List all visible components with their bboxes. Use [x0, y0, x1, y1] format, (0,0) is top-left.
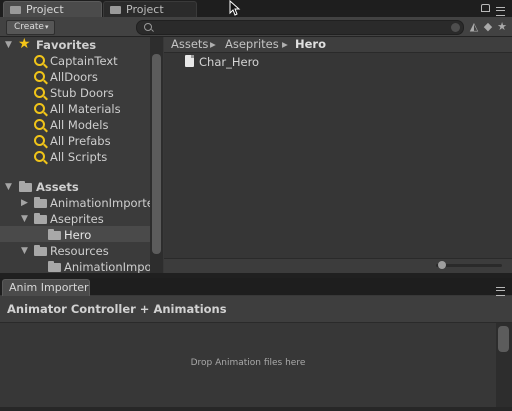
folder-label: AnimationImporter — [50, 196, 159, 210]
drop-hint: Drop Animation files here — [190, 358, 306, 368]
search-input[interactable] — [136, 20, 464, 35]
breadcrumb: Assets ▸ Aseprites ▸ Hero — [164, 37, 512, 53]
saved-search-icon — [34, 119, 45, 130]
tree-scrollbar-thumb[interactable] — [152, 54, 161, 254]
project-tab-icon — [10, 6, 21, 14]
favorite-item-label: All Models — [50, 118, 109, 132]
favorite-item-label: CaptainText — [50, 54, 118, 68]
favorite-item-label: All Prefabs — [50, 134, 111, 148]
favorite-item-label: AllDoors — [50, 70, 98, 84]
section-title: Animator Controller + Animations — [7, 302, 227, 316]
expand-triangle-icon[interactable]: ▼ — [21, 243, 28, 259]
folder-label: Hero — [64, 228, 92, 242]
saved-search-icon — [34, 103, 45, 114]
star-icon: ★ — [18, 36, 31, 52]
panel-menu-icon[interactable] — [496, 7, 505, 16]
search-icon — [144, 23, 152, 31]
search-cancel-icon[interactable] — [451, 23, 460, 32]
tab-project-inactive[interactable]: Project — [103, 1, 197, 18]
asset-list-panel — [164, 37, 512, 273]
filter-by-type-icon[interactable]: ◭ — [467, 20, 481, 33]
saved-search-icon — [34, 55, 45, 66]
collapsed-triangle-icon[interactable]: ▶ — [21, 195, 28, 211]
breadcrumb-separator-icon: ▸ — [210, 37, 216, 51]
folder-icon — [48, 261, 61, 272]
saved-search-icon — [34, 151, 45, 162]
folder-label: Resources — [50, 244, 109, 258]
saved-search-icon — [34, 135, 45, 146]
project-tab-icon — [110, 6, 121, 14]
file-icon[interactable] — [185, 55, 194, 67]
folder-icon — [34, 245, 47, 256]
breadcrumb-aseprites[interactable]: Aseprites — [225, 37, 279, 52]
status-bar — [0, 407, 512, 411]
zoom-slider-handle[interactable] — [438, 261, 446, 269]
tab-anim-importer[interactable]: Anim Importer — [2, 279, 90, 296]
favorite-star-icon[interactable]: ★ — [495, 20, 509, 33]
folder-icon — [34, 197, 47, 208]
saved-search-icon — [34, 71, 45, 82]
tab-project-label: Project — [126, 3, 164, 16]
bottom-scrollbar-thumb[interactable] — [498, 326, 509, 352]
tab-project-active[interactable]: Project — [3, 1, 102, 18]
panel-menu-icon[interactable] — [496, 287, 505, 296]
favorite-item-label: Stub Doors — [50, 86, 114, 100]
saved-search-icon — [34, 87, 45, 98]
assets-label: Assets — [36, 180, 79, 194]
expand-triangle-icon[interactable]: ▼ — [21, 211, 28, 227]
chevron-down-icon: ▾ — [45, 23, 49, 31]
tab-project-label: Project — [26, 3, 64, 16]
folder-icon — [48, 229, 61, 240]
lock-icon[interactable] — [481, 4, 490, 12]
create-label: Create — [14, 22, 44, 32]
folder-icon — [34, 213, 47, 224]
tab-anim-importer-label: Anim Importer — [9, 281, 89, 294]
favorite-item-label: All Scripts — [50, 150, 108, 164]
favorites-label: Favorites — [36, 38, 97, 52]
expand-triangle-icon[interactable]: ▼ — [5, 179, 12, 195]
breadcrumb-hero[interactable]: Hero — [295, 37, 326, 52]
filter-by-label-icon[interactable]: ◆ — [481, 20, 495, 33]
create-button[interactable]: Create ▾ — [6, 20, 55, 35]
expand-triangle-icon[interactable]: ▼ — [5, 37, 12, 53]
favorite-item-label: All Materials — [50, 102, 121, 116]
mouse-cursor-icon — [229, 0, 241, 16]
folder-icon — [19, 181, 32, 192]
breadcrumb-separator-icon: ▸ — [282, 37, 288, 51]
breadcrumb-assets[interactable]: Assets — [171, 37, 208, 52]
asset-item-label[interactable]: Char_Hero — [199, 55, 259, 69]
folder-label: Aseprites — [50, 212, 104, 226]
